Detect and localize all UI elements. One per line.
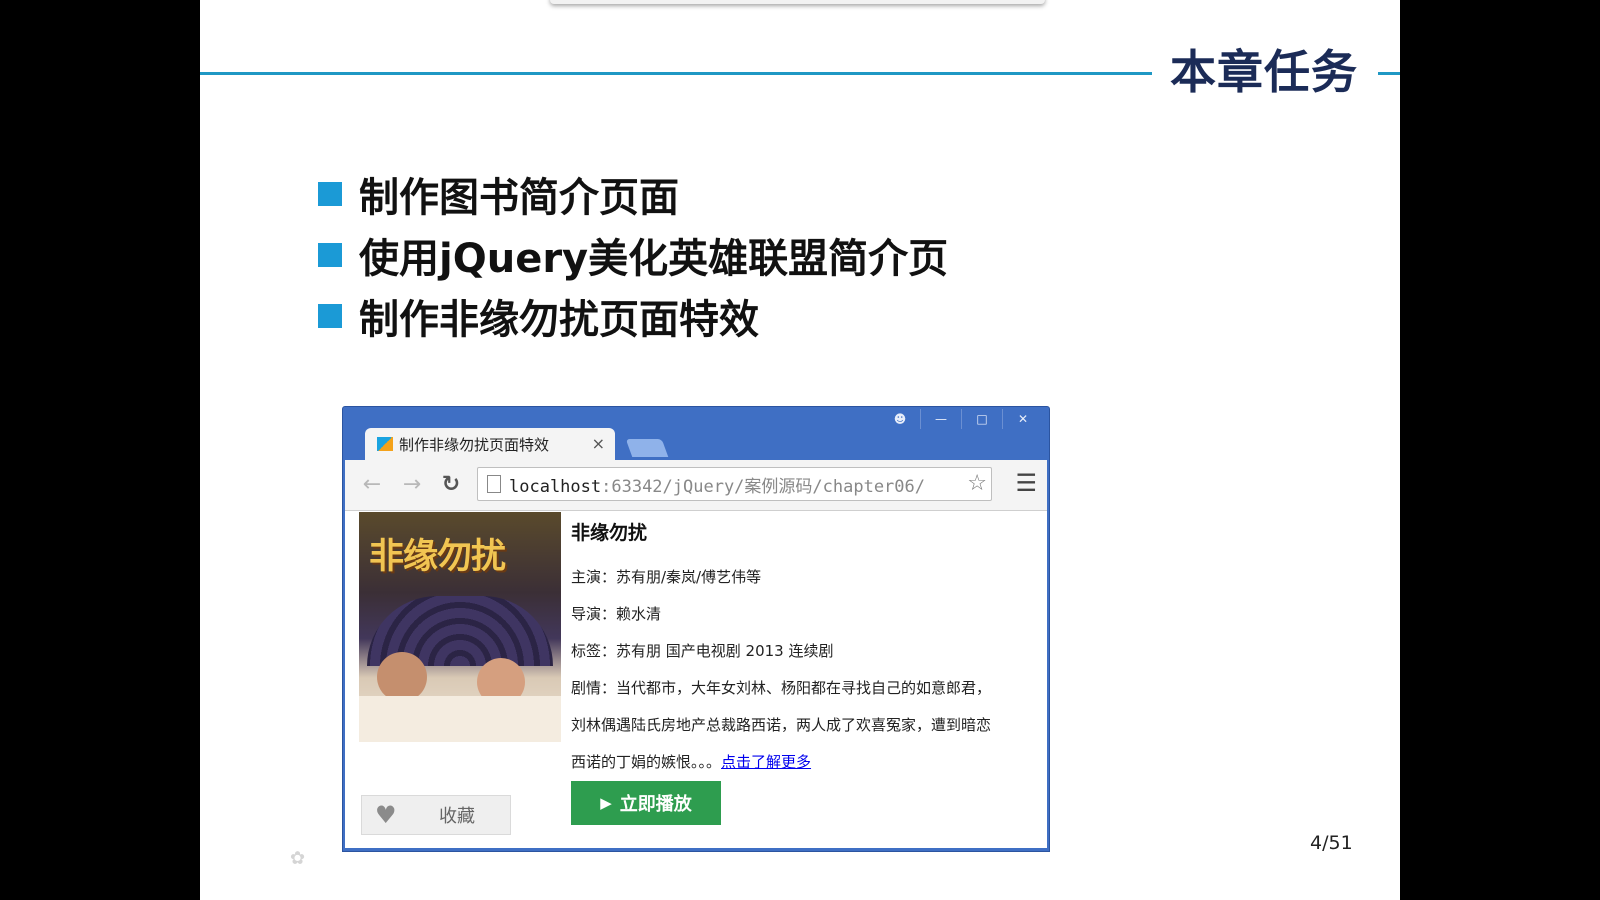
square-bullet-icon (318, 181, 342, 206)
maximize-icon[interactable]: □ (961, 409, 1002, 429)
user-icon[interactable]: ☻ (880, 409, 920, 429)
info-line: 刘林偶遇陆氏房地产总裁路西诺，两人成了欢喜冤家，遭到暗恋 (571, 716, 992, 734)
slide: 本章任务 制作图书简介页面 使用jQuery美化英雄联盟简介页 制作非缘勿扰页面… (200, 0, 1400, 900)
overlay-window-edge (550, 0, 1045, 4)
title-divider-end (1378, 72, 1400, 75)
favorite-label: 收藏 (439, 806, 475, 827)
window-controls: ☻ — □ ✕ (880, 409, 1043, 429)
show-title: 非缘勿扰 (571, 522, 648, 544)
slide-title: 本章任务 (1170, 45, 1358, 99)
poster-title: 非缘勿扰 (369, 537, 506, 577)
info-line: 标签：苏有朋 国产电视剧 2013 连续剧 (571, 642, 834, 660)
square-bullet-icon (318, 303, 342, 328)
info-line: 剧情：当代都市，大年女刘林、杨阳都在寻找自己的如意郎君， (571, 679, 992, 697)
forward-arrow-icon[interactable]: → (400, 472, 424, 497)
square-bullet-icon (318, 242, 342, 267)
plot-ending: 西诺的丁娟的嫉恨。。。 (571, 753, 722, 771)
page-icon (487, 475, 501, 493)
info-line: 主演：苏有朋/秦岚/傅艺伟等 (571, 568, 762, 586)
page-viewport: 非缘勿扰 ♥ 收藏 非缘勿扰 主演：苏有朋/秦岚/傅艺伟等 导演：赖水清 标签：… (345, 511, 1047, 848)
bookmark-star-icon[interactable]: ☆ (967, 471, 987, 496)
poster-blanket (359, 696, 561, 742)
close-icon[interactable]: ✕ (1002, 409, 1043, 429)
play-label: 立即播放 (619, 794, 692, 815)
task-list: 制作图书简介页面 使用jQuery美化英雄联盟简介页 制作非缘勿扰页面特效 (318, 163, 948, 346)
back-arrow-icon[interactable]: ← (360, 472, 384, 497)
favorite-button[interactable]: ♥ 收藏 (361, 795, 511, 835)
more-link[interactable]: 点击了解更多 (721, 753, 811, 771)
page-number: 4/51 (1310, 832, 1353, 854)
heart-icon: ♥ (375, 801, 397, 829)
browser-tab[interactable]: 制作非缘勿扰页面特效 × (365, 428, 615, 460)
task-text: 制作非缘勿扰页面特效 (359, 296, 759, 343)
task-item: 使用jQuery美化英雄联盟简介页 (318, 224, 948, 285)
faint-logo-icon: ✿ (290, 848, 306, 869)
new-tab-button[interactable] (625, 439, 669, 457)
title-divider (200, 72, 1152, 75)
tab-title: 制作非缘勿扰页面特效 (399, 435, 550, 454)
play-button[interactable]: ▶ 立即播放 (571, 781, 721, 825)
tab-close-icon[interactable]: × (592, 434, 605, 453)
show-info: 非缘勿扰 主演：苏有朋/秦岚/傅艺伟等 导演：赖水清 标签：苏有朋 国产电视剧 … (571, 519, 1037, 781)
play-icon: ▶ (600, 794, 612, 812)
favicon-icon (377, 437, 393, 451)
url-text: localhost:63342/jQuery/案例源码/chapter06/ (509, 472, 925, 497)
url-path: :63342/jQuery/案例源码/chapter06/ (601, 476, 925, 497)
poster-figure (377, 652, 427, 702)
browser-window-screenshot: ☻ — □ ✕ 制作非缘勿扰页面特效 × ← → ↻ localhost:633… (342, 406, 1050, 852)
menu-icon[interactable]: ☰ (1015, 471, 1037, 495)
task-item: 制作非缘勿扰页面特效 (318, 285, 948, 346)
reload-icon[interactable]: ↻ (439, 472, 463, 497)
task-item: 制作图书简介页面 (318, 163, 948, 224)
info-line: 导演：赖水清 (571, 605, 662, 623)
task-text: 使用jQuery美化英雄联盟简介页 (359, 235, 949, 282)
url-host: localhost (509, 476, 602, 497)
poster-image: 非缘勿扰 (359, 512, 561, 742)
address-bar[interactable]: localhost:63342/jQuery/案例源码/chapter06/ ☆ (477, 467, 992, 501)
info-line-last: 西诺的丁娟的嫉恨。。。点击了解更多 (571, 744, 1037, 781)
minimize-icon[interactable]: — (920, 409, 961, 429)
browser-toolbar: ← → ↻ localhost:63342/jQuery/案例源码/chapte… (345, 460, 1047, 511)
task-text: 制作图书简介页面 (359, 174, 679, 221)
